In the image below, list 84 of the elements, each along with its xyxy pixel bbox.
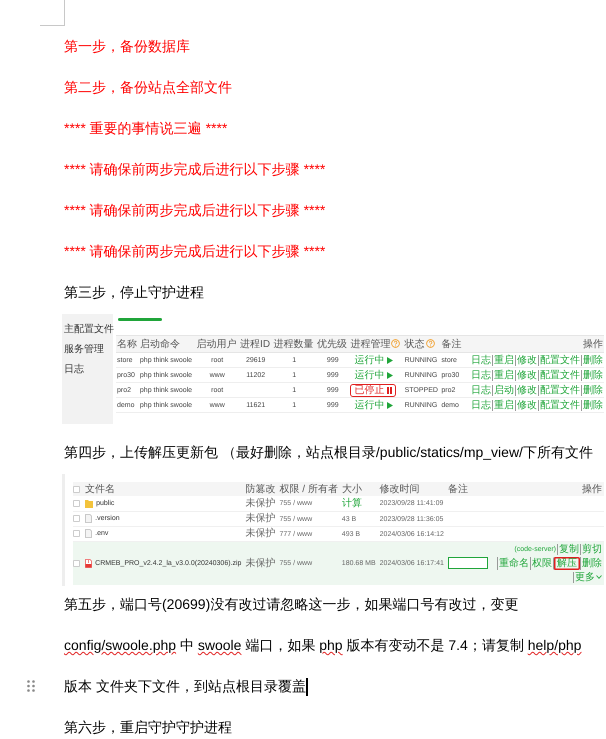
column-header: 状态 bbox=[404, 336, 440, 352]
document-paragraph: **** 请确保前两步完成后进行以下步骤 **** bbox=[64, 201, 326, 220]
sidebar-item[interactable]: 日志 bbox=[64, 364, 113, 376]
archive-icon bbox=[85, 558, 92, 568]
document-paragraph: 第一步，备份数据库 bbox=[64, 37, 191, 56]
checkbox[interactable] bbox=[73, 560, 80, 566]
folder-icon bbox=[85, 498, 94, 508]
action-link[interactable]: 修改 bbox=[515, 400, 538, 410]
checkbox[interactable] bbox=[73, 486, 80, 492]
action-link[interactable]: 复制 bbox=[557, 544, 580, 554]
action-link[interactable]: 配置文件 bbox=[538, 384, 581, 396]
table-cell: 未保护 bbox=[245, 558, 276, 568]
status-toggle[interactable]: 运行中 bbox=[350, 398, 398, 412]
document-paragraph: **** 请确保前两步完成后进行以下步骤 **** bbox=[64, 242, 326, 261]
margin-corner-mark bbox=[40, 0, 65, 26]
caret-icon bbox=[596, 575, 602, 579]
checkbox[interactable] bbox=[73, 515, 80, 522]
action-link[interactable]: 重启 bbox=[492, 400, 515, 410]
sidebar-item[interactable]: 主配置文件 bbox=[64, 324, 113, 336]
pause-icon bbox=[387, 386, 392, 394]
play-icon bbox=[387, 372, 394, 378]
action-link[interactable]: 权限 bbox=[530, 556, 553, 570]
action-link[interactable]: 剪切 bbox=[580, 544, 603, 554]
action-link[interactable]: 修改 bbox=[515, 370, 538, 380]
column-header: 备注 bbox=[448, 484, 468, 494]
action-link[interactable]: 重命名 bbox=[497, 556, 530, 570]
action-link[interactable]: 配置文件 bbox=[538, 370, 581, 380]
drag-handle-icon[interactable] bbox=[27, 680, 35, 692]
action-link[interactable]: 日志 bbox=[470, 370, 492, 380]
checkbox[interactable] bbox=[73, 530, 80, 537]
column-header: 防篡改 bbox=[245, 484, 276, 494]
action-link[interactable]: 配置文件 bbox=[538, 400, 581, 410]
document-paragraph: 第六步，重启守护守护进程 bbox=[64, 718, 233, 738]
action-link[interactable]: 删除 bbox=[581, 370, 604, 380]
column-header: 操作 bbox=[582, 484, 602, 494]
action-link[interactable]: 修改 bbox=[515, 384, 538, 396]
document-paragraph: 版本 文件夹下文件，到站点根目录覆盖 bbox=[64, 676, 606, 696]
checkbox[interactable] bbox=[73, 500, 80, 507]
column-header: 备注 bbox=[440, 336, 464, 352]
column-header: 名称 bbox=[116, 336, 139, 352]
action-link[interactable]: 解压 bbox=[553, 556, 580, 570]
status-toggle[interactable]: 运行中 bbox=[350, 368, 398, 382]
note-input-field[interactable] bbox=[448, 557, 488, 569]
column-header: 进程管理 bbox=[349, 336, 404, 352]
column-header: 权限 / 所有者 bbox=[279, 484, 338, 494]
action-link[interactable]: 修改 bbox=[515, 354, 538, 366]
action-link[interactable]: 重启 bbox=[492, 370, 515, 380]
document-paragraph: 第四步，上传解压更新包 （最好删除，站点根目录/public/statics/mp_view/下所有文件 bbox=[64, 443, 594, 462]
document-paragraph: **** 请确保前两步完成后进行以下步骤 **** bbox=[64, 160, 326, 179]
play-icon bbox=[387, 356, 394, 364]
column-header: 进程ID bbox=[239, 336, 272, 352]
status-toggle[interactable]: 已停止 bbox=[350, 384, 396, 396]
active-tab-indicator bbox=[118, 318, 162, 321]
action-link[interactable]: 重启 bbox=[492, 354, 515, 366]
action-link[interactable]: 删除 bbox=[581, 354, 604, 366]
document-paragraph: **** 重要的事情说三遍 **** bbox=[64, 119, 228, 138]
column-header: 大小 bbox=[342, 484, 362, 494]
column-header: 修改时间 bbox=[380, 484, 420, 494]
action-link[interactable]: 更多 bbox=[573, 572, 603, 582]
action-link[interactable]: 日志 bbox=[470, 384, 492, 396]
column-header: 进程数量 bbox=[272, 336, 316, 352]
column-header: 操作 bbox=[463, 336, 604, 352]
play-icon bbox=[387, 402, 394, 408]
column-header: 启动命令 bbox=[138, 336, 196, 352]
action-link[interactable]: 配置文件 bbox=[538, 354, 581, 366]
document-paragraph: 第五步，端口号(20699)没有改过请忽略这一步，如果端口号有改过，变更 bbox=[64, 595, 520, 614]
column-header: 启动用户 bbox=[195, 336, 240, 352]
table-cell: 未保护 bbox=[245, 513, 276, 524]
status-toggle[interactable]: 运行中 bbox=[350, 354, 398, 366]
document-paragraph: config/swoole.php 中 swoole 端口，如果 php 版本有变动不是 7.4；请复制 help/php bbox=[64, 636, 582, 655]
action-link[interactable]: 删除 bbox=[581, 384, 604, 396]
column-header: 文件名 bbox=[85, 484, 116, 494]
action-link[interactable]: 日志 bbox=[470, 354, 492, 366]
table-cell: 未保护 bbox=[245, 528, 276, 539]
column-header: 优先级 bbox=[316, 336, 350, 352]
document-paragraph: 第二步，备份站点全部文件 bbox=[64, 78, 233, 97]
action-link[interactable]: 删除 bbox=[580, 556, 603, 570]
table-cell: 未保护 bbox=[245, 498, 276, 509]
calculate-link[interactable]: 计算 bbox=[342, 498, 362, 509]
document-paragraph: 第三步，停止守护进程 bbox=[64, 283, 205, 302]
sidebar-item[interactable]: 服务管理 bbox=[64, 344, 113, 356]
action-link[interactable]: 删除 bbox=[581, 400, 604, 410]
action-link[interactable]: 启动 bbox=[492, 384, 515, 396]
action-link[interactable]: 日志 bbox=[470, 400, 492, 410]
